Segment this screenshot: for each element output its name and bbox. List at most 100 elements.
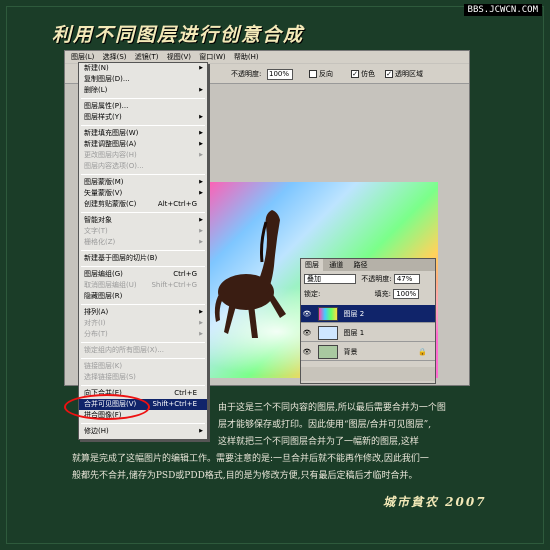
menu-item[interactable]: 新建基于图层的切片(B) bbox=[79, 253, 207, 264]
submenu-arrow-icon: ▶ bbox=[199, 428, 203, 434]
menu-window[interactable]: 窗口(W) bbox=[199, 53, 225, 61]
menu-item[interactable]: 修边(H) ▶ bbox=[79, 426, 207, 437]
menu-item-label: 新建调整图层(A) bbox=[84, 140, 137, 148]
eye-icon[interactable]: 👁 bbox=[301, 343, 313, 361]
submenu-arrow-icon: ▶ bbox=[199, 179, 203, 185]
menu-item[interactable]: 隐藏图层(R) bbox=[79, 291, 207, 302]
menu-item[interactable]: 更改图层内容(H) ▶ bbox=[79, 150, 207, 161]
submenu-arrow-icon: ▶ bbox=[199, 320, 203, 326]
menu-item[interactable]: 图层样式(Y) ▶ bbox=[79, 112, 207, 123]
layers-tabs: 图层 通道 路径 bbox=[301, 259, 435, 271]
menu-item[interactable]: 图层属性(P)... bbox=[79, 101, 207, 112]
menu-item[interactable]: 文字(T) ▶ bbox=[79, 226, 207, 237]
opacity-input[interactable]: 100% bbox=[267, 68, 293, 80]
menu-filter[interactable]: 滤镜(T) bbox=[135, 53, 159, 61]
eye-icon[interactable]: 👁 bbox=[301, 324, 313, 342]
signature: 城市貧农 2007 bbox=[383, 495, 487, 509]
menu-item[interactable]: 复制图层(D)... bbox=[79, 74, 207, 85]
dither-checkbox[interactable]: ✓ bbox=[351, 70, 359, 78]
menu-item[interactable]: 图层蒙版(M) ▶ bbox=[79, 177, 207, 188]
menu-separator bbox=[81, 342, 205, 343]
menu-item-label: 复制图层(D)... bbox=[84, 75, 130, 83]
submenu-arrow-icon: ▶ bbox=[199, 141, 203, 147]
transparency-label: 透明区域 bbox=[395, 70, 423, 78]
menu-item[interactable]: 创建剪贴蒙版(C) Alt+Ctrl+G bbox=[79, 199, 207, 210]
watermark: BBS.JCWCN.COM bbox=[463, 4, 542, 16]
menu-item-label: 创建剪贴蒙版(C) bbox=[84, 200, 137, 208]
layer-thumbnail bbox=[318, 307, 339, 321]
menu-help[interactable]: 帮助(H) bbox=[234, 53, 259, 61]
menu-item[interactable]: 新建(N) ▶ bbox=[79, 63, 207, 74]
caption-line-3: 这样就把三个不同图层合并为了一幅新的图层,这样 bbox=[218, 437, 419, 447]
menu-item-label: 图层属性(P)... bbox=[84, 102, 129, 110]
menu-item-label: 更改图层内容(H) bbox=[84, 151, 137, 159]
submenu-arrow-icon: ▶ bbox=[199, 309, 203, 315]
submenu-arrow-icon: ▶ bbox=[199, 331, 203, 337]
layer-row-1[interactable]: 👁 图层 1 bbox=[301, 324, 435, 342]
caption-line-4: 就算是完成了这幅图片的编辑工作。需要注意的是:一旦合并后就不能再作修改,因此我们… bbox=[72, 454, 429, 464]
menu-item[interactable]: 矢量蒙版(V) ▶ bbox=[79, 188, 207, 199]
caption-line-1: 由于这是三个不同内容的图层,所以最后需要合并为一个图 bbox=[218, 403, 446, 413]
menu-item-label: 栅格化(Z) bbox=[84, 238, 116, 246]
lock-label: 锁定: bbox=[304, 290, 321, 298]
menu-item[interactable]: 分布(T) ▶ bbox=[79, 329, 207, 340]
menu-item-label: 图层编组(G) bbox=[84, 270, 123, 278]
layer-row-background[interactable]: 👁 背景 🔒 bbox=[301, 343, 435, 361]
layers-panel: 图层 通道 路径 叠加 不透明度: 47% 锁定: 填充: 100% 👁 图层 … bbox=[300, 258, 436, 384]
menu-item[interactable]: 智能对象 ▶ bbox=[79, 215, 207, 226]
menu-item[interactable]: 取消图层编组(U) Shift+Ctrl+G bbox=[79, 280, 207, 291]
menu-item-shortcut: Alt+Ctrl+G bbox=[157, 200, 197, 208]
menu-item[interactable]: 排列(A) ▶ bbox=[79, 307, 207, 318]
menu-item[interactable]: 选择链接图层(S) bbox=[79, 372, 207, 383]
submenu-arrow-icon: ▶ bbox=[199, 152, 203, 158]
eye-icon[interactable]: 👁 bbox=[301, 305, 313, 323]
blend-mode-select[interactable]: 叠加 bbox=[304, 274, 356, 284]
menu-separator bbox=[81, 358, 205, 359]
menu-item[interactable]: 对齐(I) ▶ bbox=[79, 318, 207, 329]
menu-item[interactable]: 新建填充图层(W) ▶ bbox=[79, 128, 207, 139]
menu-view[interactable]: 视图(V) bbox=[167, 53, 191, 61]
tab-paths[interactable]: 路径 bbox=[349, 259, 371, 271]
menu-item-label: 文字(T) bbox=[84, 227, 108, 235]
transparency-checkbox[interactable]: ✓ bbox=[385, 70, 393, 78]
menu-separator bbox=[81, 423, 205, 424]
layer-thumbnail bbox=[318, 326, 339, 340]
menu-item-label: 链接图层(K) bbox=[84, 362, 123, 370]
layer-name: 背景 bbox=[343, 348, 358, 356]
menu-item-label: 新建填充图层(W) bbox=[84, 129, 139, 137]
reverse-checkbox[interactable] bbox=[309, 70, 317, 78]
tab-channels[interactable]: 通道 bbox=[325, 259, 347, 271]
menu-select[interactable]: 选择(S) bbox=[103, 53, 127, 61]
highlight-circle bbox=[64, 394, 150, 420]
fill-input[interactable]: 100% bbox=[393, 289, 420, 299]
lock-icon: 🔒 bbox=[418, 348, 427, 356]
menu-separator bbox=[81, 212, 205, 213]
menu-item[interactable]: 锁定组内的所有图层(X)... bbox=[79, 345, 207, 356]
menu-item-shortcut: Ctrl+E bbox=[174, 389, 197, 397]
menu-item[interactable]: 栅格化(Z) ▶ bbox=[79, 237, 207, 248]
caption-line-5: 般都先不合并,储存为PSD或PDD格式,目的是为修改方便,只有最后定稿后才临时合… bbox=[72, 471, 418, 481]
tab-layers[interactable]: 图层 bbox=[301, 259, 323, 271]
menu-item-label: 图层样式(Y) bbox=[84, 113, 122, 121]
caption-line-2: 层才能够保存或打印。因此使用“图层/合并可见图层”, bbox=[218, 420, 432, 430]
submenu-arrow-icon: ▶ bbox=[199, 228, 203, 234]
layer-row-2[interactable]: 👁 图层 2 bbox=[301, 305, 435, 323]
layer-name: 图层 2 bbox=[343, 310, 365, 318]
layer-opacity-input[interactable]: 47% bbox=[393, 274, 420, 284]
page-background: BBS.JCWCN.COM 利用不同图层进行创意合成 图层(L) 选择(S) 滤… bbox=[0, 0, 550, 550]
menu-item-shortcut: Shift+Ctrl+E bbox=[152, 400, 197, 408]
fill-label: 填充: bbox=[374, 290, 391, 298]
menu-item[interactable]: 图层编组(G) Ctrl+G bbox=[79, 269, 207, 280]
menu-item-label: 取消图层编组(U) bbox=[84, 281, 137, 289]
menu-item-label: 矢量蒙版(V) bbox=[84, 189, 123, 197]
menu-item[interactable]: 链接图层(K) bbox=[79, 361, 207, 372]
menu-separator bbox=[81, 174, 205, 175]
menu-item[interactable]: 图层内容选项(O)... bbox=[79, 161, 207, 172]
menu-item[interactable]: 新建调整图层(A) ▶ bbox=[79, 139, 207, 150]
menu-item-label: 对齐(I) bbox=[84, 319, 106, 327]
menu-item[interactable]: 删除(L) ▶ bbox=[79, 85, 207, 96]
menu-item-label: 选择链接图层(S) bbox=[84, 373, 136, 381]
layer-menu: 新建(N) ▶ 复制图层(D)... 删除(L) ▶ 图层属性(P)... 图层样式(Y) ▶… bbox=[78, 62, 208, 440]
submenu-arrow-icon: ▶ bbox=[199, 239, 203, 245]
menu-layer[interactable]: 图层(L) bbox=[71, 53, 94, 61]
